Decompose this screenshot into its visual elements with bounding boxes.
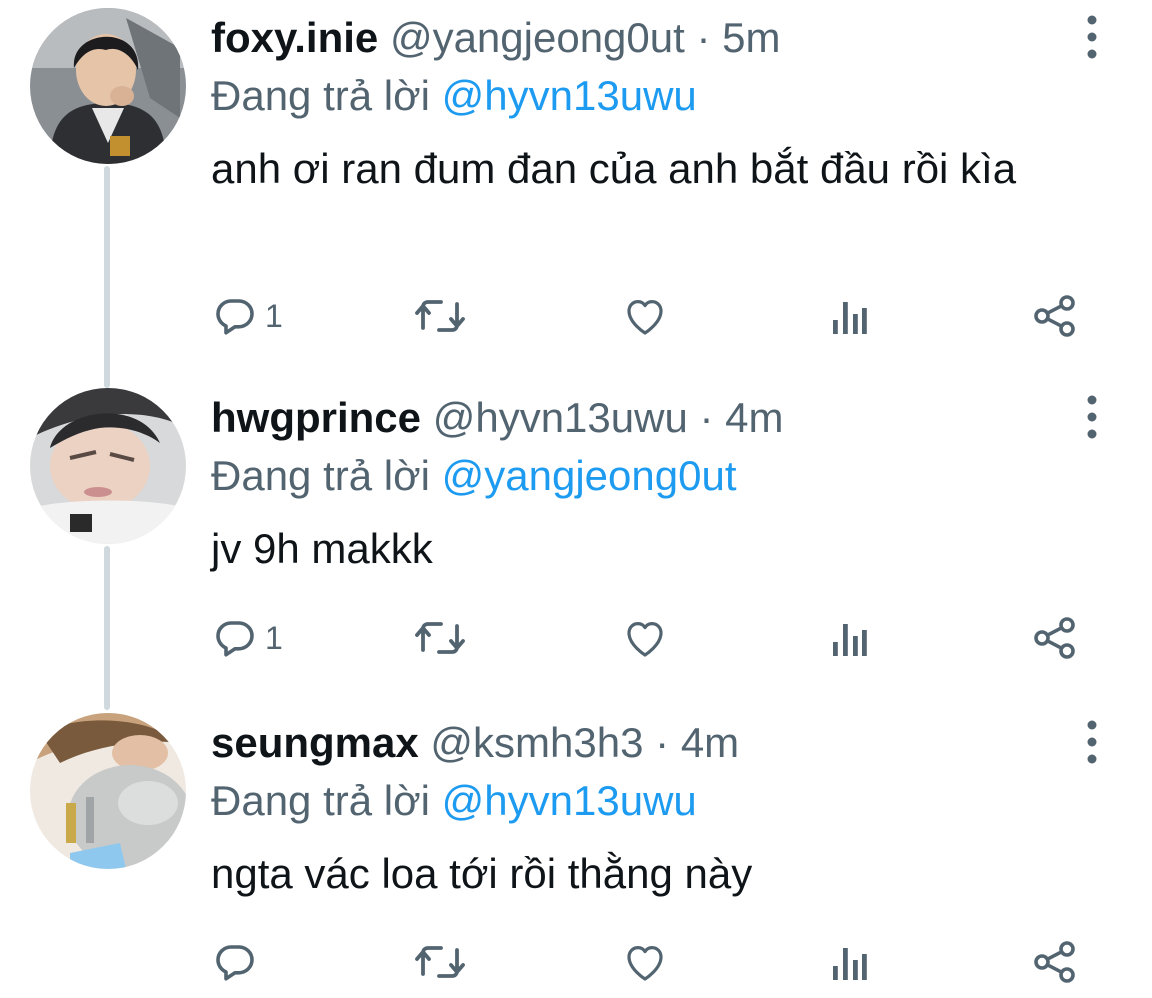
replying-to-mention[interactable]: @hyvn13uwu <box>442 777 697 824</box>
separator-dot: · <box>655 719 670 766</box>
tweet-header: hwgprince @hyvn13uwu · 4m <box>211 392 784 444</box>
more-options-button[interactable] <box>1080 719 1104 765</box>
share-icon <box>1034 295 1075 337</box>
tweet-item[interactable]: seungmax @ksmh3h3 · 4m Đang trả lời @hyv… <box>0 705 1152 998</box>
tweet-header: seungmax @ksmh3h3 · 4m <box>211 717 739 769</box>
views-icon <box>833 948 867 980</box>
retweet-button[interactable] <box>413 292 467 340</box>
replying-to-label: Đang trả lời <box>211 777 430 824</box>
replying-to-mention[interactable]: @hyvn13uwu <box>442 72 697 119</box>
timestamp[interactable]: 5m <box>722 14 780 61</box>
retweet-icon <box>415 622 465 654</box>
heart-icon <box>627 946 663 981</box>
tweet-text: ngta vác loa tới rồi thằng này <box>211 850 753 897</box>
avatar[interactable] <box>30 388 186 544</box>
action-bar: 1 <box>211 614 1091 662</box>
heart-icon <box>627 622 663 657</box>
reply-thread: foxy.inie @yangjeong0ut · 5m Đang trả lờ… <box>0 0 1152 998</box>
action-bar: 1 <box>211 292 1091 340</box>
retweet-icon <box>415 946 465 978</box>
tweet-text: jv 9h makkk <box>211 525 433 572</box>
retweet-button[interactable] <box>413 938 467 986</box>
views-button[interactable] <box>829 292 869 340</box>
replying-to-line: Đang trả lời @yangjeong0ut <box>211 450 737 502</box>
reply-icon <box>216 299 254 335</box>
more-vertical-icon <box>1087 395 1097 439</box>
tweet-text: anh ơi ran đum đan của anh bắt đầu rồi k… <box>211 145 1017 192</box>
replying-to-label: Đang trả lời <box>211 72 430 119</box>
timestamp[interactable]: 4m <box>725 394 783 441</box>
tweet-header: foxy.inie @yangjeong0ut · 5m <box>211 12 781 64</box>
reply-count: 1 <box>265 297 283 334</box>
retweet-icon <box>415 300 465 332</box>
separator-dot: · <box>696 14 711 61</box>
display-name[interactable]: foxy.inie <box>211 14 378 61</box>
display-name[interactable]: seungmax <box>211 719 419 766</box>
tweet-item[interactable]: foxy.inie @yangjeong0ut · 5m Đang trả lờ… <box>0 0 1152 360</box>
user-handle[interactable]: @hyvn13uwu <box>433 394 688 441</box>
replying-to-mention[interactable]: @yangjeong0ut <box>442 452 737 499</box>
reply-count: 1 <box>265 619 283 656</box>
share-icon <box>1034 941 1075 983</box>
replying-to-line: Đang trả lời @hyvn13uwu <box>211 775 697 827</box>
views-button[interactable] <box>829 938 869 986</box>
reply-button[interactable] <box>211 938 265 986</box>
reply-icon <box>216 945 254 981</box>
separator-dot: · <box>699 394 714 441</box>
replying-to-line: Đang trả lời @hyvn13uwu <box>211 70 697 122</box>
share-button[interactable] <box>1031 292 1079 340</box>
reply-button[interactable]: 1 <box>211 614 283 662</box>
more-vertical-icon <box>1087 720 1097 764</box>
timestamp[interactable]: 4m <box>681 719 739 766</box>
views-icon <box>833 624 867 656</box>
action-bar <box>211 938 1091 986</box>
views-button[interactable] <box>829 614 869 662</box>
user-handle[interactable]: @yangjeong0ut <box>390 14 685 61</box>
like-button[interactable] <box>621 614 669 662</box>
views-icon <box>833 302 867 334</box>
reply-icon <box>216 621 254 657</box>
share-button[interactable] <box>1031 614 1079 662</box>
display-name[interactable]: hwgprince <box>211 394 421 441</box>
retweet-button[interactable] <box>413 614 467 662</box>
avatar[interactable] <box>30 8 186 164</box>
more-options-button[interactable] <box>1080 394 1104 440</box>
share-icon <box>1034 617 1075 659</box>
replying-to-label: Đang trả lời <box>211 452 430 499</box>
like-button[interactable] <box>621 938 669 986</box>
share-button[interactable] <box>1031 938 1079 986</box>
user-handle[interactable]: @ksmh3h3 <box>430 719 643 766</box>
more-vertical-icon <box>1087 15 1097 59</box>
like-button[interactable] <box>621 292 669 340</box>
more-options-button[interactable] <box>1080 14 1104 60</box>
heart-icon <box>627 300 663 335</box>
tweet-item[interactable]: hwgprince @hyvn13uwu · 4m Đang trả lời @… <box>0 380 1152 680</box>
avatar[interactable] <box>30 713 186 869</box>
reply-button[interactable]: 1 <box>211 292 283 340</box>
